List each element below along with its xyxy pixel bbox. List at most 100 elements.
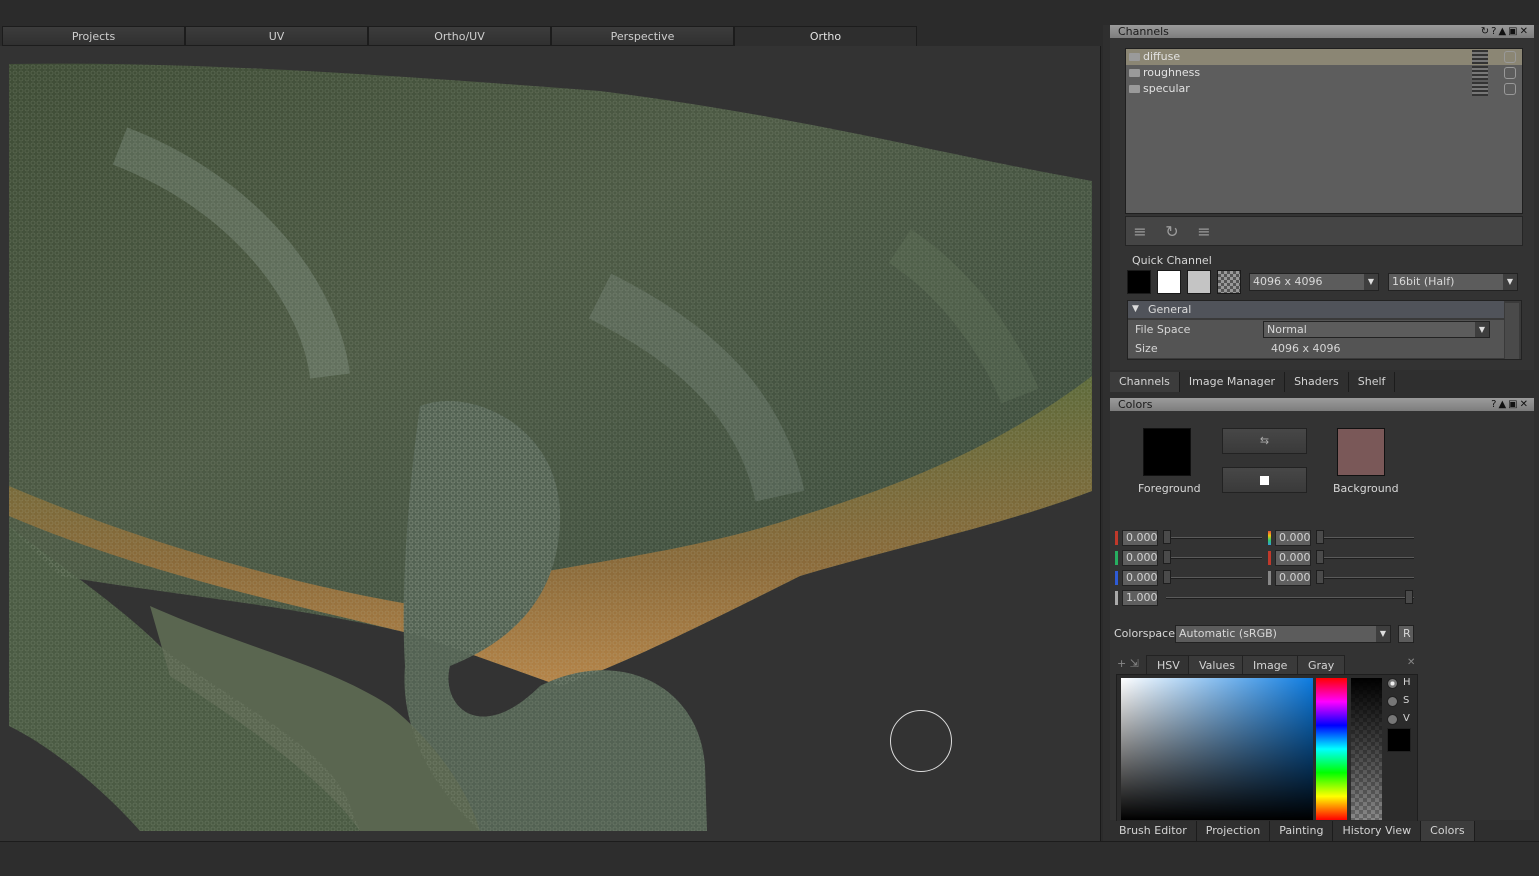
quick-channel-label: Quick Channel	[1132, 254, 1212, 267]
red-value-field[interactable]: 0.000	[1122, 530, 1158, 546]
quick-gray-swatch[interactable]	[1187, 270, 1211, 294]
tab-projection[interactable]: Projection	[1196, 821, 1271, 841]
tab-brush-editor[interactable]: Brush Editor	[1110, 821, 1197, 841]
file-space-dropdown[interactable]: Normal ▼	[1263, 321, 1490, 338]
blue-slider-knob[interactable]	[1163, 570, 1171, 584]
green-slider-track[interactable]	[1166, 557, 1262, 559]
tab-hsv[interactable]: HSV	[1146, 655, 1191, 674]
value-slider-track[interactable]	[1319, 577, 1414, 579]
tab-channels[interactable]: Channels	[1110, 372, 1180, 392]
foreground-label: Foreground	[1138, 482, 1201, 495]
swap-colors-button[interactable]: ⇆	[1222, 428, 1307, 454]
quick-white-swatch[interactable]	[1157, 270, 1181, 294]
panel-controls-icon[interactable]: ?▲▣✕	[1491, 398, 1530, 411]
tab-projects[interactable]: Projects	[2, 26, 185, 46]
colors-title-text: Colors	[1118, 398, 1153, 411]
tab-shaders[interactable]: Shaders	[1285, 372, 1349, 392]
list-item-channel[interactable]: specular	[1126, 81, 1522, 97]
tab-history-view[interactable]: History View	[1333, 821, 1422, 841]
red-slider-track[interactable]	[1166, 537, 1262, 539]
refresh-channel-icon[interactable]: ↻	[1162, 223, 1182, 241]
tab-values[interactable]: Values	[1188, 655, 1246, 674]
hue-slider-knob[interactable]	[1316, 530, 1324, 544]
lock-icon[interactable]	[1504, 51, 1516, 63]
channel-thumbnail	[1472, 66, 1488, 80]
size-value: 4096 x 4096	[1271, 342, 1341, 355]
alpha-slider-knob[interactable]	[1405, 590, 1413, 604]
hue-slider-track[interactable]	[1319, 537, 1414, 539]
reset-colors-button[interactable]	[1222, 467, 1307, 493]
blue-slider-track[interactable]	[1166, 577, 1262, 579]
tab-uv[interactable]: UV	[185, 26, 368, 46]
background-swatch[interactable]	[1337, 428, 1385, 476]
add-picker-icon[interactable]: + ⇲	[1117, 657, 1139, 670]
general-properties: ▼ General File Space Normal ▼ Size 4096 …	[1127, 300, 1522, 360]
channels-list[interactable]: diffuse roughness specular	[1125, 48, 1523, 214]
alpha-value-field[interactable]: 1.000	[1122, 590, 1158, 606]
resolution-dropdown[interactable]: 4096 x 4096 ▼	[1249, 273, 1379, 291]
swap-icon: ⇆	[1259, 434, 1270, 447]
tab-ortho[interactable]: Ortho	[734, 26, 917, 46]
viewport-tabbar: Projects UV Ortho/UV Perspective Ortho	[2, 26, 917, 46]
list-item-channel[interactable]: diffuse	[1126, 49, 1522, 65]
alpha-slider-track[interactable]	[1166, 597, 1414, 599]
tab-painting[interactable]: Painting	[1270, 821, 1334, 841]
tab-ortho-uv[interactable]: Ortho/UV	[368, 26, 551, 46]
alpha-channel-marker	[1115, 591, 1118, 605]
panel-controls-icon[interactable]: ↻?▲▣✕	[1481, 25, 1530, 38]
colorspace-reset-button[interactable]: R	[1398, 625, 1414, 643]
value-value-field[interactable]: 0.000	[1275, 570, 1311, 586]
close-icon[interactable]: ✕	[1407, 657, 1415, 668]
green-channel-marker	[1115, 551, 1118, 565]
tab-gray[interactable]: Gray	[1297, 655, 1346, 674]
value-channel-marker	[1268, 571, 1271, 585]
alpha-strip[interactable]	[1351, 678, 1382, 820]
radio-s-label: S	[1403, 695, 1410, 706]
radio-v[interactable]	[1387, 714, 1398, 725]
folder-icon	[1129, 53, 1140, 61]
add-channel-icon[interactable]: ≡	[1130, 223, 1150, 241]
bit-depth-value: 16bit (Half)	[1392, 275, 1455, 288]
resolution-value: 4096 x 4096	[1253, 275, 1323, 288]
chevron-down-icon: ▼	[1503, 274, 1517, 290]
brush-cursor	[890, 710, 952, 772]
tab-image[interactable]: Image	[1242, 655, 1299, 674]
blue-value-field[interactable]: 0.000	[1122, 570, 1158, 586]
list-item-channel[interactable]: roughness	[1126, 65, 1522, 81]
value-slider-knob[interactable]	[1316, 570, 1324, 584]
chevron-down-icon: ▼	[1364, 274, 1378, 290]
saturation-channel-marker	[1268, 551, 1271, 565]
tab-shelf[interactable]: Shelf	[1348, 372, 1396, 392]
radio-s[interactable]	[1387, 696, 1398, 707]
green-value-field[interactable]: 0.000	[1122, 550, 1158, 566]
lock-icon[interactable]	[1504, 67, 1516, 79]
tab-perspective[interactable]: Perspective	[551, 26, 734, 46]
file-space-label: File Space	[1135, 323, 1191, 336]
saturation-slider-knob[interactable]	[1316, 550, 1324, 564]
radio-v-label: V	[1403, 713, 1410, 724]
saturation-value-field[interactable]: 0.000	[1275, 550, 1311, 566]
colorspace-dropdown[interactable]: Automatic (sRGB) ▼	[1175, 625, 1391, 643]
bit-depth-dropdown[interactable]: 16bit (Half) ▼	[1388, 273, 1518, 291]
lock-icon[interactable]	[1504, 83, 1516, 95]
general-section-header[interactable]: ▼ General	[1128, 301, 1504, 318]
hue-value-field[interactable]: 0.000	[1275, 530, 1311, 546]
red-slider-knob[interactable]	[1163, 530, 1171, 544]
green-slider-knob[interactable]	[1163, 550, 1171, 564]
viewport-canvas[interactable]	[0, 46, 1101, 841]
blue-channel-marker	[1115, 571, 1118, 585]
tab-image-manager[interactable]: Image Manager	[1179, 372, 1286, 392]
general-scrollbar[interactable]	[1505, 303, 1519, 359]
radio-h-label: H	[1403, 677, 1411, 688]
quick-black-swatch[interactable]	[1127, 270, 1151, 294]
collapse-triangle-icon: ▼	[1132, 304, 1139, 314]
saturation-slider-track[interactable]	[1319, 557, 1414, 559]
radio-h[interactable]	[1387, 678, 1398, 689]
hue-strip[interactable]	[1316, 678, 1347, 820]
quick-transparent-swatch[interactable]	[1217, 270, 1241, 294]
foreground-swatch[interactable]	[1143, 428, 1191, 476]
remove-channel-icon[interactable]: ≡	[1194, 223, 1214, 241]
saturation-value-square[interactable]	[1121, 678, 1313, 820]
tab-colors[interactable]: Colors	[1421, 821, 1475, 841]
colorspace-value: Automatic (sRGB)	[1179, 627, 1277, 640]
